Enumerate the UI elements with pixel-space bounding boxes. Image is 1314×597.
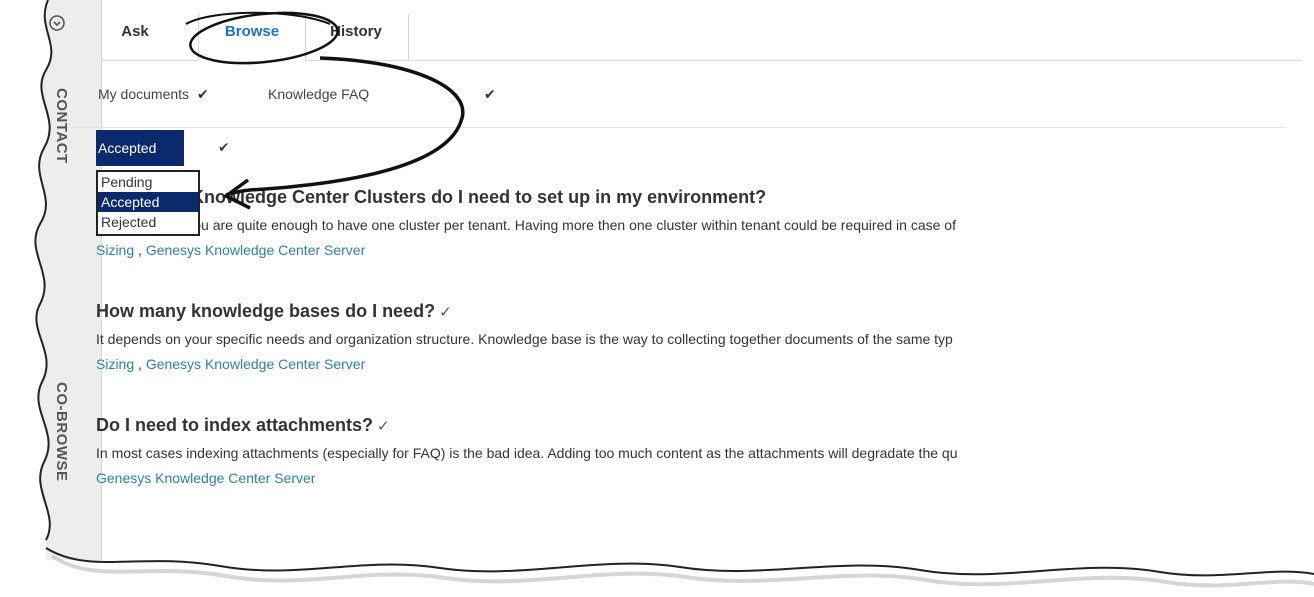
tag-separator: , (134, 356, 146, 372)
tab-history[interactable]: History (304, 14, 409, 60)
tag-link[interactable]: Genesys Knowledge Center Server (146, 242, 365, 258)
answer-snippet: It depends on your specific needs and or… (96, 331, 953, 347)
tag-row: Genesys Knowledge Center Server (96, 467, 1286, 489)
answer-snippet: In most cases you are quite enough to ha… (96, 217, 956, 233)
status-options-list: Pending Accepted Rejected (96, 170, 200, 236)
tag-link[interactable]: Genesys Knowledge Center Server (146, 356, 365, 372)
list-item: How many knowledge bases do I need? ✓ It … (96, 298, 1286, 375)
scope-label: My documents (98, 86, 190, 102)
question-title[interactable]: How many knowledge bases do I need? ✓ (96, 298, 1286, 324)
tab-ask[interactable]: Ask (102, 14, 168, 60)
tag-link[interactable]: Sizing (96, 356, 134, 372)
tag-row: Sizing , Genesys Knowledge Center Server (96, 239, 1286, 261)
rail-tab-contact[interactable]: CONTACT (50, 88, 70, 164)
divider (74, 127, 1286, 128)
question-title[interactable]: Do I need to index attachments? ✓ (96, 412, 1286, 438)
knowledge-base-chevron[interactable]: ✔ (476, 86, 496, 103)
checkmark-icon: ✓ (439, 304, 452, 321)
status-selected-value[interactable]: Accepted (96, 130, 184, 166)
tag-link[interactable]: Sizing (96, 242, 134, 258)
chevron-down-icon: ✔ (484, 86, 496, 102)
tag-link[interactable]: Genesys Knowledge Center Server (96, 470, 315, 486)
tab-browse[interactable]: Browse (198, 14, 306, 61)
chevron-down-icon: ✔ (197, 86, 209, 102)
knowledge-base-dropdown[interactable]: Knowledge FAQ (268, 86, 369, 102)
chevron-down-icon[interactable]: ✔ (218, 139, 230, 156)
question-title[interactable]: How many Knowledge Center Clusters do I … (96, 184, 1286, 210)
tab-bar: Ask Browse History (102, 14, 1314, 61)
knowledge-base-label: Knowledge FAQ (268, 86, 370, 102)
tag-row: Sizing , Genesys Knowledge Center Server (96, 353, 1286, 375)
rail-tab-cobrowse[interactable]: CO-BROWSE (50, 382, 70, 482)
answer-snippet: In most cases indexing attachments (espe… (96, 445, 958, 461)
tag-separator: , (134, 242, 146, 258)
left-rail: CONTACT CO-BROWSE (28, 0, 102, 560)
status-option-accepted[interactable]: Accepted (98, 192, 198, 212)
checkmark-icon: ✓ (377, 418, 390, 435)
circle-arrow-icon[interactable] (48, 14, 66, 32)
scope-dropdown[interactable]: My documents ✔ (98, 86, 209, 103)
status-option-rejected[interactable]: Rejected (98, 212, 198, 232)
status-option-pending[interactable]: Pending (98, 172, 198, 192)
list-item: How many Knowledge Center Clusters do I … (96, 184, 1286, 261)
list-item: Do I need to index attachments? ✓ In most… (96, 412, 1286, 489)
